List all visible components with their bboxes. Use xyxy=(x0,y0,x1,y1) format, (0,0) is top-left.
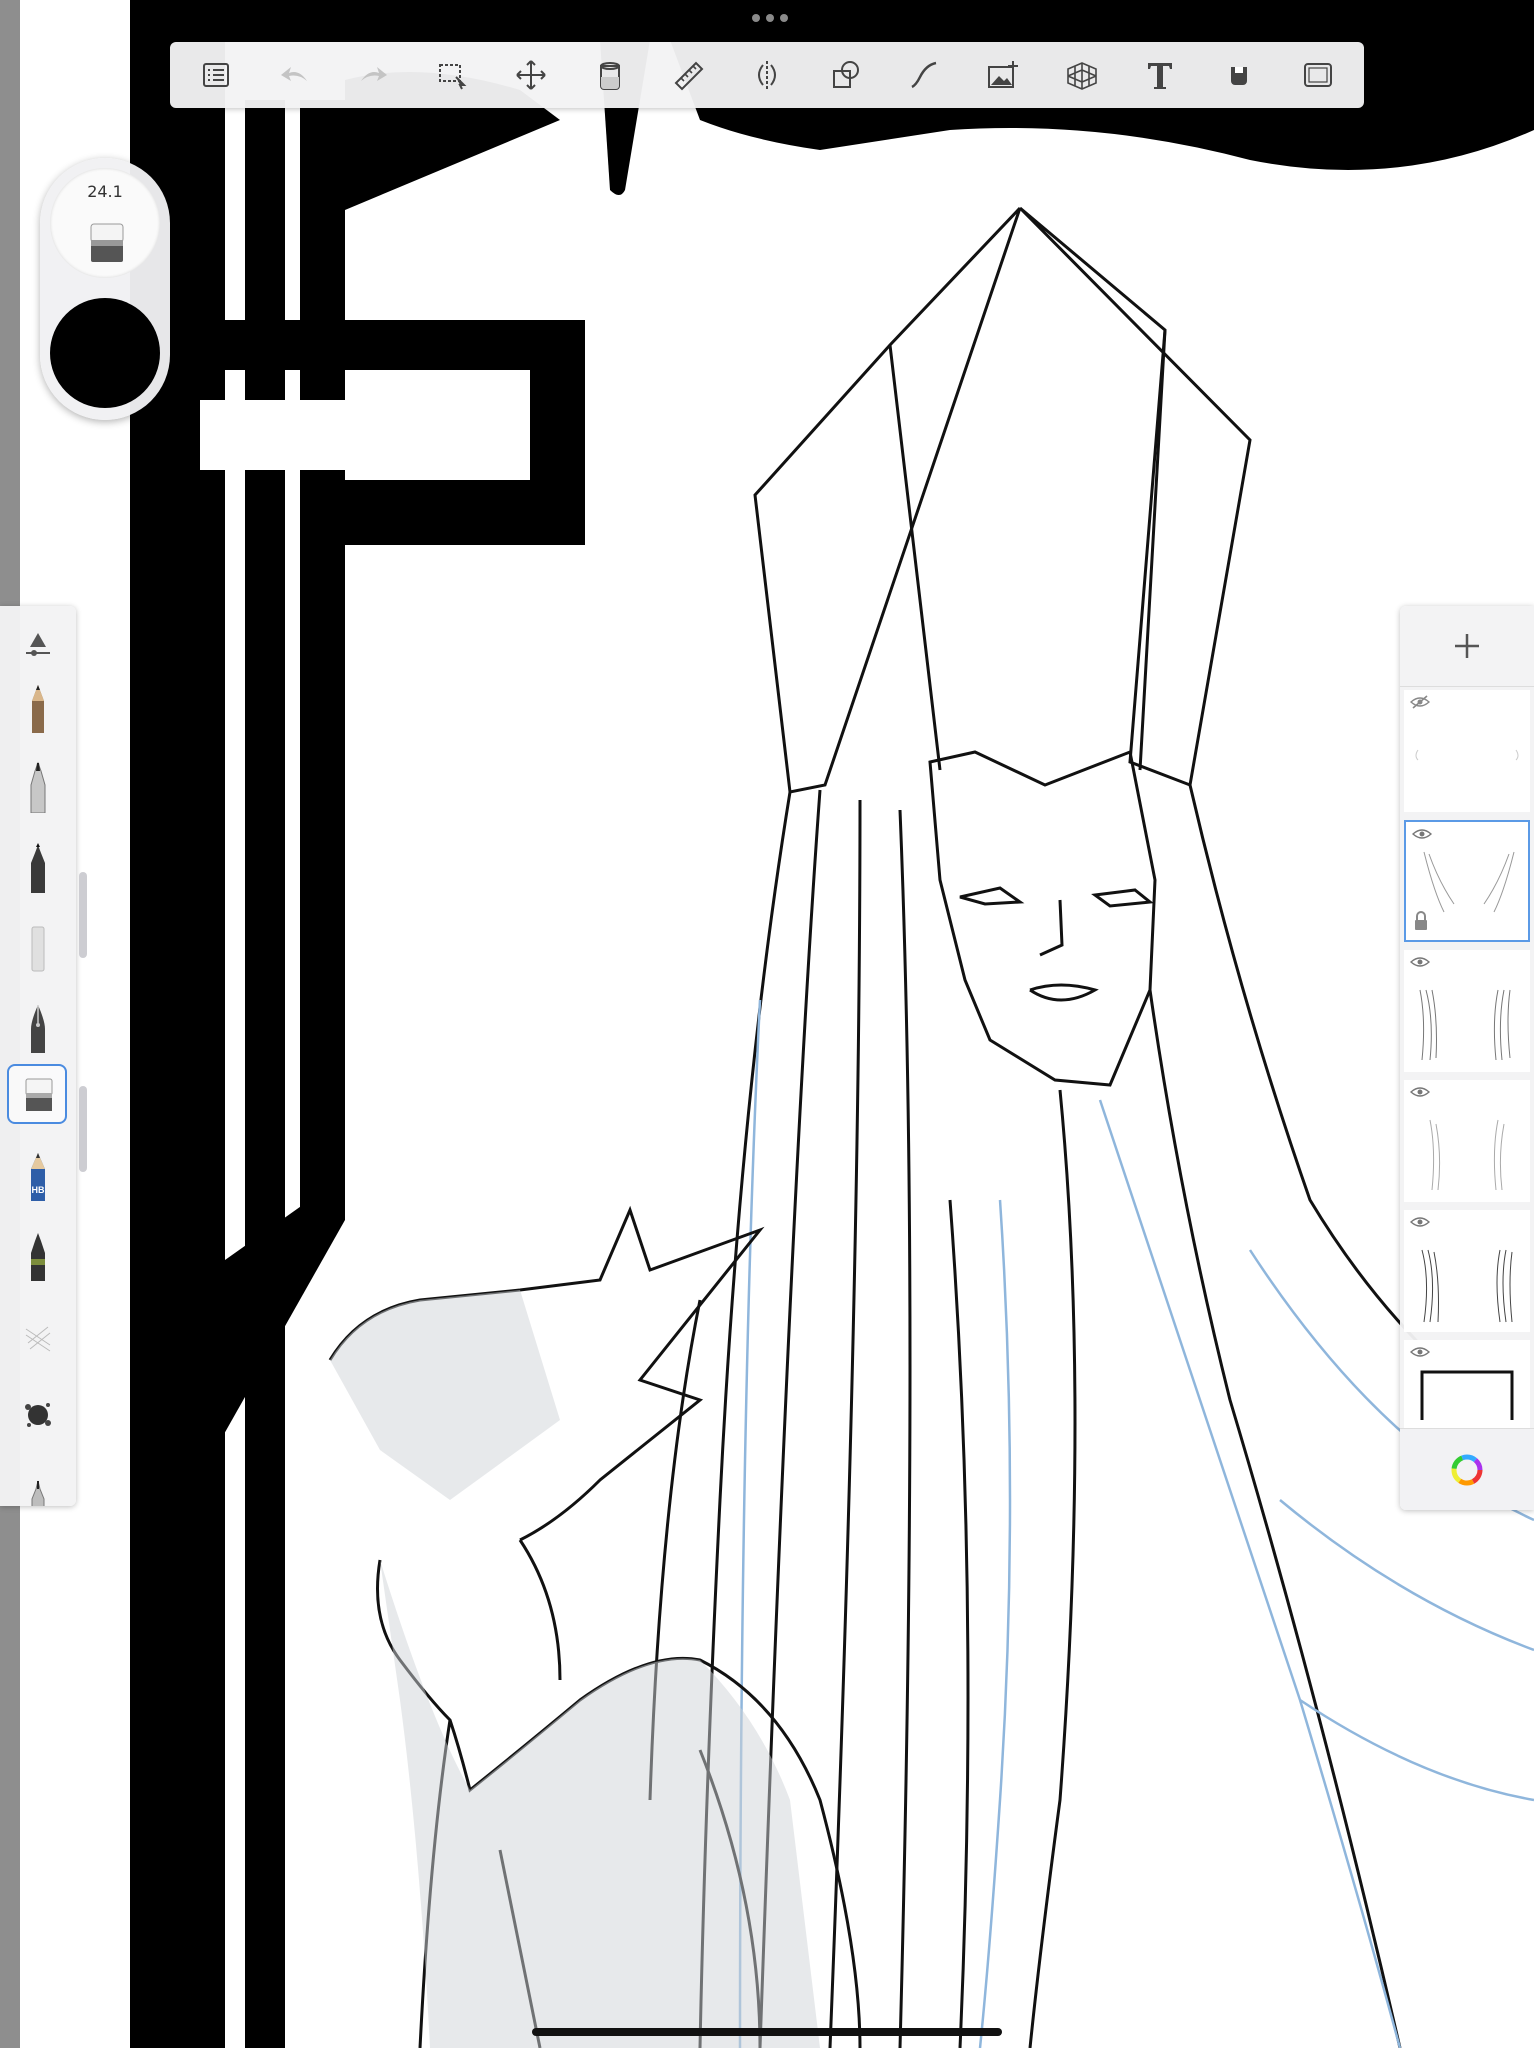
symmetry-icon[interactable] xyxy=(739,47,795,103)
list-icon[interactable] xyxy=(188,47,244,103)
eye-icon[interactable] xyxy=(1410,1214,1430,1230)
layer-thumbnail[interactable] xyxy=(1404,1080,1530,1202)
fineliner-icon[interactable] xyxy=(14,758,62,816)
perspective-grid-icon[interactable] xyxy=(1054,47,1110,103)
airbrush-icon[interactable] xyxy=(14,1466,62,1506)
brush-size-slider[interactable] xyxy=(79,872,87,958)
multitasking-handle[interactable] xyxy=(740,8,800,28)
brush-size-value: 24.1 xyxy=(87,182,123,201)
redo-arrow-icon[interactable] xyxy=(345,47,401,103)
plus-icon xyxy=(1455,634,1479,658)
home-indicator[interactable] xyxy=(532,2028,1002,2036)
brush-library: HB xyxy=(0,606,76,1506)
eye-icon[interactable] xyxy=(1410,1344,1430,1360)
layer-thumbnail[interactable] xyxy=(1404,950,1530,1072)
eye-icon[interactable] xyxy=(1410,1084,1430,1100)
eye-icon[interactable] xyxy=(1410,954,1430,970)
color-fill-icon[interactable] xyxy=(1211,47,1267,103)
selection-icon[interactable] xyxy=(424,47,480,103)
marker-icon[interactable] xyxy=(14,838,62,896)
color-wheel-button[interactable] xyxy=(1400,1428,1534,1510)
top-toolbar xyxy=(170,42,1364,108)
eye-icon[interactable] xyxy=(1412,826,1432,842)
color-swatch[interactable] xyxy=(50,298,160,408)
ruler-icon[interactable] xyxy=(660,47,716,103)
layer-thumbnail[interactable] xyxy=(1404,690,1530,812)
brush-size-puck[interactable]: 24.1 xyxy=(50,168,160,278)
fullscreen-icon[interactable] xyxy=(1290,47,1346,103)
curve-icon[interactable] xyxy=(896,47,952,103)
brush-properties-icon[interactable] xyxy=(14,620,62,678)
lock-icon xyxy=(1415,911,1427,930)
ink-pen-icon[interactable] xyxy=(14,1226,62,1284)
splatter-brush-icon[interactable] xyxy=(14,1386,62,1444)
undo-arrow-icon[interactable] xyxy=(267,47,323,103)
add-layer-button[interactable] xyxy=(1400,606,1534,687)
shapes-icon[interactable] xyxy=(818,47,874,103)
add-image-icon[interactable] xyxy=(975,47,1031,103)
text-icon[interactable] xyxy=(1132,47,1188,103)
eraser-icon xyxy=(90,223,124,262)
smudge-icon[interactable] xyxy=(14,918,62,976)
pencil-icon[interactable] xyxy=(14,678,62,736)
paint-bucket-icon[interactable] xyxy=(582,47,638,103)
layers-panel xyxy=(1400,606,1534,1510)
layer-thumbnail[interactable] xyxy=(1404,820,1530,942)
eraser-icon[interactable] xyxy=(14,1066,62,1124)
texture-brush-icon[interactable] xyxy=(14,1306,62,1364)
svg-text:HB: HB xyxy=(32,1185,45,1195)
brush-opacity-slider[interactable] xyxy=(79,1086,87,1172)
brush-puck[interactable]: 24.1 xyxy=(40,158,170,420)
eye-hidden-icon[interactable] xyxy=(1410,694,1430,710)
layer-thumbnail[interactable] xyxy=(1404,1210,1530,1332)
move-arrows-icon[interactable] xyxy=(503,47,559,103)
color-wheel-icon xyxy=(1451,1454,1483,1486)
drawing-canvas[interactable] xyxy=(0,0,1534,2048)
fountain-pen-icon[interactable] xyxy=(14,998,62,1056)
hb-pencil-icon[interactable]: HB xyxy=(14,1146,62,1204)
